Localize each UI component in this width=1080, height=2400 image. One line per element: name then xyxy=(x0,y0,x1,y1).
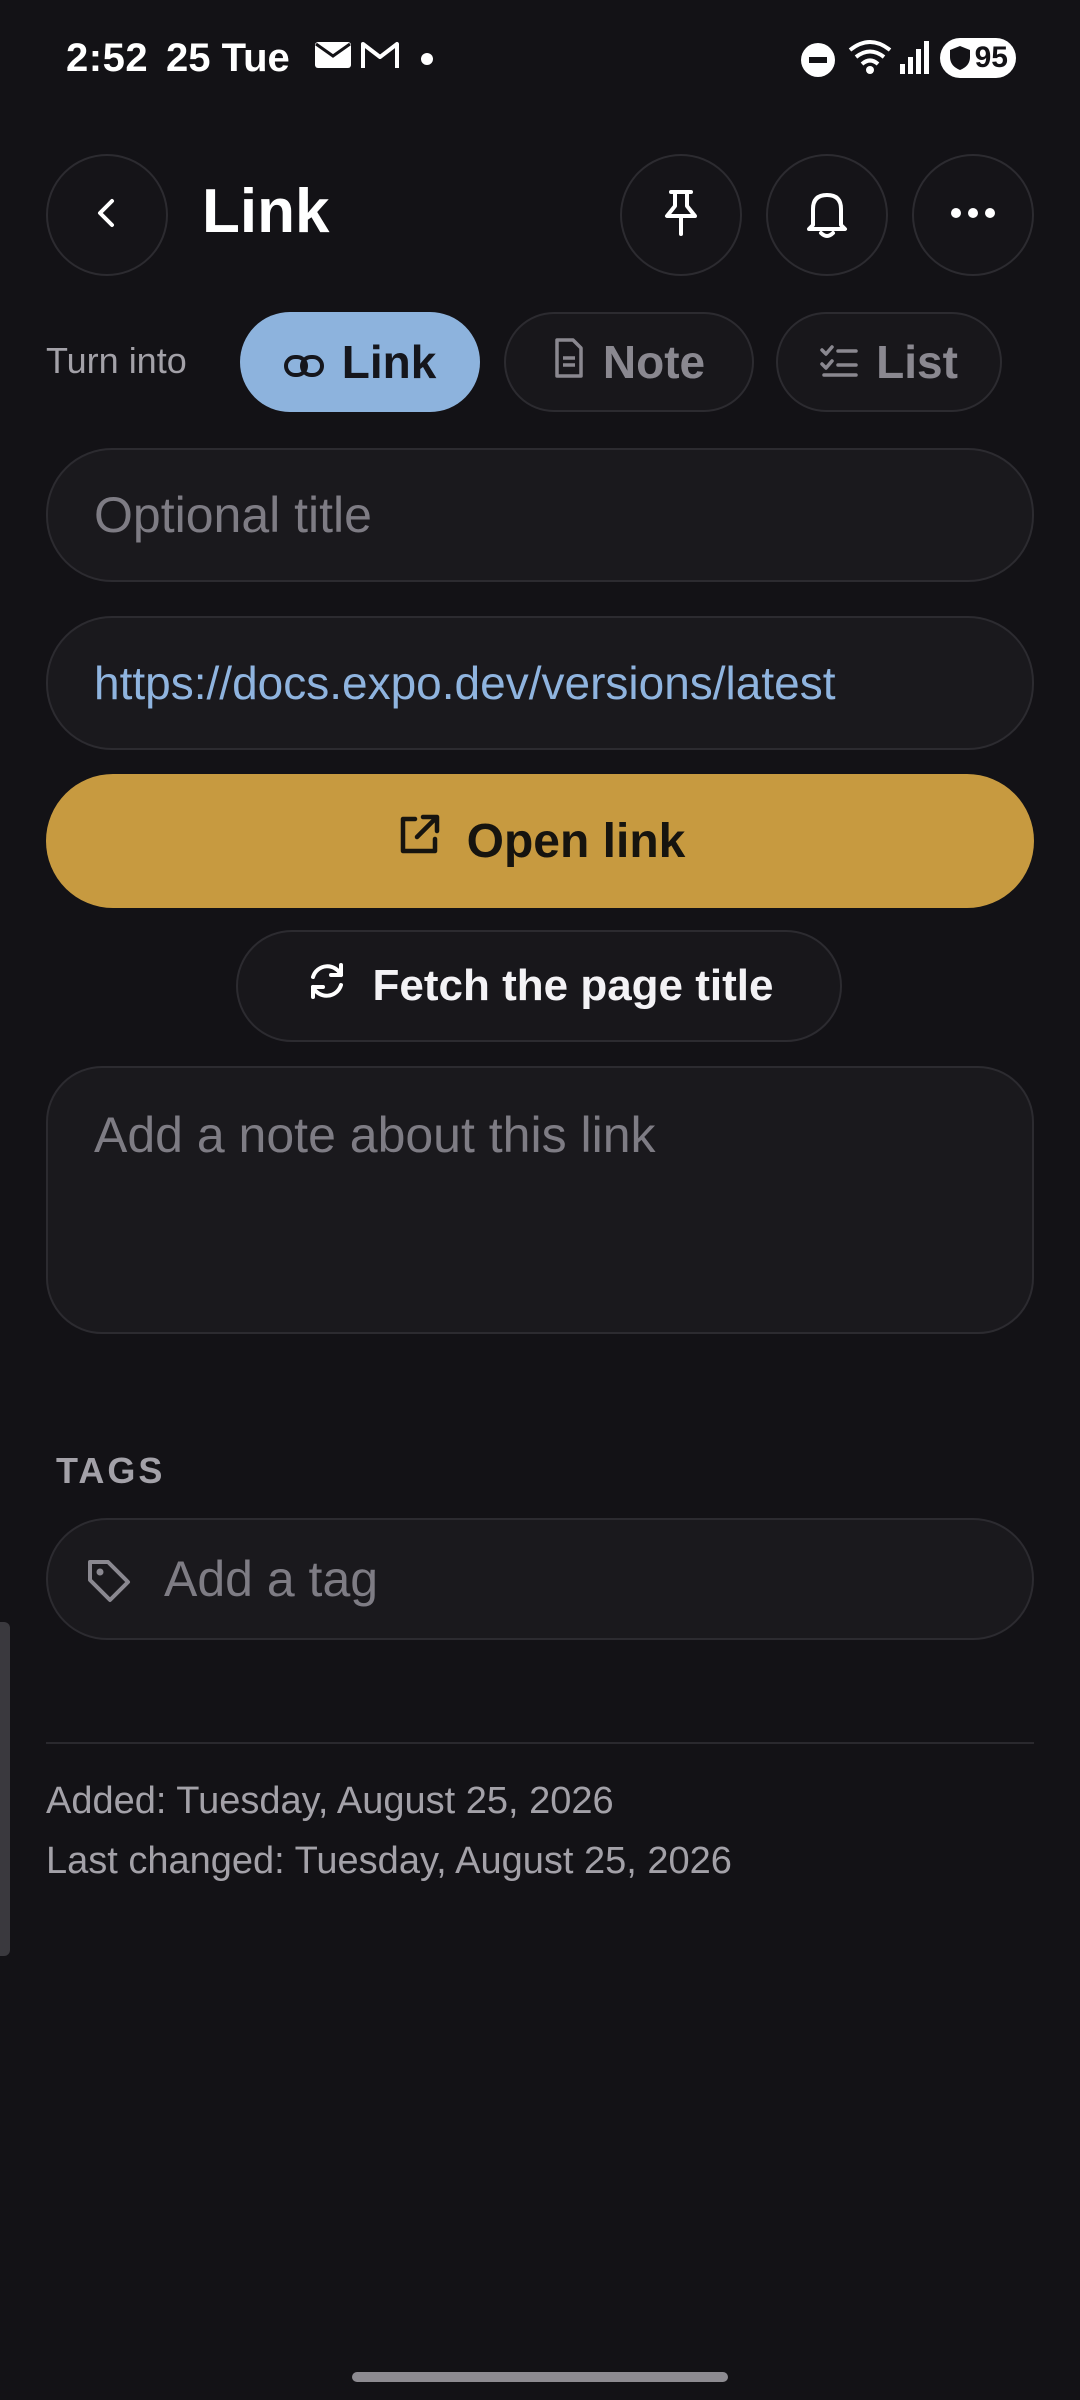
battery-icon: 95 xyxy=(940,38,1016,78)
signal-icon xyxy=(900,40,930,79)
chip-label: Note xyxy=(602,336,706,388)
turn-into-note-chip[interactable]: Note xyxy=(504,312,754,412)
mail-icon xyxy=(314,40,352,75)
url-input[interactable]: https://docs.expo.dev/versions/latest xyxy=(46,616,1034,750)
fetch-title-label: Fetch the page title xyxy=(372,961,774,1010)
status-time: 2:52 xyxy=(66,36,149,80)
last-changed-date: Last changed: Tuesday, August 25, 2026 xyxy=(46,1840,732,1882)
more-options-button[interactable] xyxy=(912,154,1034,276)
external-link-icon xyxy=(395,811,443,871)
added-date: Added: Tuesday, August 25, 2026 xyxy=(46,1780,614,1822)
more-icon xyxy=(950,206,996,224)
gmail-icon xyxy=(360,40,400,75)
divider xyxy=(46,1742,1034,1744)
title-placeholder: Optional title xyxy=(94,487,372,543)
home-indicator[interactable] xyxy=(352,2372,728,2382)
status-date: 25 Tue xyxy=(166,36,290,80)
dot-icon xyxy=(420,52,434,71)
bell-icon xyxy=(803,187,851,244)
wifi-icon xyxy=(846,38,894,81)
title-input[interactable]: Optional title xyxy=(46,448,1034,582)
tag-placeholder: Add a tag xyxy=(164,1551,379,1607)
status-bar: 2:52 25 Tue 95 xyxy=(0,0,1080,120)
open-link-button[interactable]: Open link xyxy=(46,774,1034,908)
pin-icon xyxy=(659,188,703,243)
page-title: Link xyxy=(202,177,330,246)
chip-label: List xyxy=(876,336,958,388)
tag-icon xyxy=(84,1556,134,1611)
dnd-icon xyxy=(800,42,836,83)
pin-button[interactable] xyxy=(620,154,742,276)
checklist-icon xyxy=(820,335,858,389)
reminder-button[interactable] xyxy=(766,154,888,276)
add-tag-input[interactable]: Add a tag xyxy=(46,1518,1034,1640)
back-button[interactable] xyxy=(46,154,168,276)
battery-level: 95 xyxy=(974,41,1008,74)
turn-into-label: Turn into xyxy=(46,340,187,381)
note-placeholder: Add a note about this link xyxy=(94,1107,656,1163)
fetch-title-button[interactable]: Fetch the page title xyxy=(236,930,842,1042)
link-icon xyxy=(283,335,324,389)
open-link-label: Open link xyxy=(466,814,686,868)
chevron-left-icon xyxy=(87,193,127,238)
note-textarea[interactable]: Add a note about this link xyxy=(46,1066,1034,1334)
tags-heading: TAGS xyxy=(56,1450,166,1491)
refresh-icon xyxy=(305,959,349,1014)
turn-into-link-chip[interactable]: Link xyxy=(240,312,480,412)
turn-into-list-chip[interactable]: List xyxy=(776,312,1002,412)
edge-panel-handle[interactable] xyxy=(0,1622,10,1956)
link-editor-screen: 2:52 25 Tue 95 Link Turn into Link Note … xyxy=(0,0,1080,2400)
url-value: https://docs.expo.dev/versions/latest xyxy=(94,657,836,709)
chip-label: Link xyxy=(341,336,437,388)
document-icon xyxy=(553,335,585,389)
